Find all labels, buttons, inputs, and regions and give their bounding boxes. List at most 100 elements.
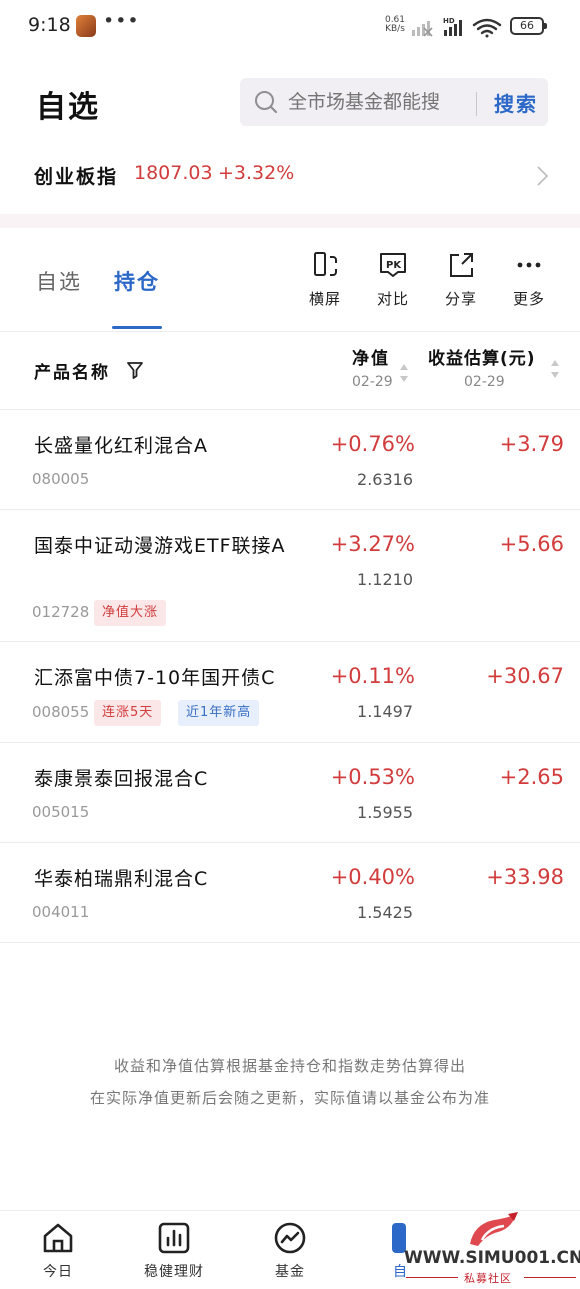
more-button[interactable]: 更多: [499, 250, 559, 309]
landscape-icon: [314, 252, 337, 276]
fund-code: 005015: [32, 803, 90, 821]
column-product-name: 产品名称: [34, 363, 110, 383]
app-notification-icon: [76, 15, 96, 37]
fund-row[interactable]: 国泰中证动漫游戏ETF联接A 012728 净值大涨 +3.27% 1.1210…: [0, 510, 580, 642]
nav-wealth-label: 稳健理财: [144, 1264, 204, 1280]
landscape-label: 横屏: [308, 290, 341, 308]
fund-nav-change: +0.76%: [330, 432, 415, 456]
fund-nav-change: +0.11%: [330, 664, 415, 688]
search-divider: [476, 92, 477, 116]
fund-name: 华泰柏瑞鼎利混合C: [34, 868, 209, 890]
fund-nav: 1.1497: [357, 702, 413, 721]
search-icon: [255, 91, 278, 114]
tab-bar: 自选 持仓 横屏 PK 对比 分享 更多: [0, 228, 580, 332]
landscape-button[interactable]: 横屏: [295, 250, 355, 309]
battery-icon: 66: [510, 17, 547, 35]
header: 自选 搜索: [0, 70, 580, 140]
section-divider: [0, 214, 580, 228]
watermark: WWW.SIMU001.CN 私募社区: [404, 1208, 580, 1289]
filter-icon[interactable]: [126, 360, 144, 380]
nav-fund-label: 基金: [275, 1264, 305, 1280]
fund-code: 012728: [32, 603, 90, 621]
fund-estimate: +30.67: [486, 664, 564, 688]
disclaimer-line: 收益和净值估算根据基金持仓和指数走势估算得出: [113, 1057, 466, 1075]
chart-bar-icon: [158, 1222, 190, 1254]
fund-code: 080005: [32, 470, 90, 488]
fund-estimate: +5.66: [499, 532, 564, 556]
nav-today-label: 今日: [43, 1264, 73, 1280]
fund-tag: 净值大涨: [94, 600, 167, 626]
column-estimate-date: 02-29: [464, 374, 505, 390]
share-button[interactable]: 分享: [431, 250, 491, 309]
fund-tag: 近1年新高: [178, 700, 260, 726]
index-change: +3.32%: [218, 162, 295, 184]
watermark-rule: [406, 1277, 458, 1278]
fund-nav-change: +0.53%: [330, 765, 415, 789]
disclaimer-line: 在实际净值更新后会随之更新，实际值请以基金公布为准: [89, 1089, 490, 1107]
fund-code: 004011: [32, 903, 90, 921]
tab-favorites[interactable]: 自选: [36, 266, 82, 296]
status-time: 9:18: [28, 14, 71, 36]
tab-active-indicator: [112, 326, 162, 329]
svg-text:HD: HD: [443, 17, 455, 25]
column-estimate[interactable]: 收益估算(元): [428, 344, 536, 369]
fund-row[interactable]: 华泰柏瑞鼎利混合C 004011 +0.40% 1.5425 +33.98: [0, 843, 580, 943]
sort-estimate-icon[interactable]: [550, 358, 560, 380]
fund-nav: 1.5955: [357, 803, 413, 822]
fund-name: 泰康景泰回报混合C: [34, 768, 209, 790]
fund-name: 汇添富中债7-10年国开债C: [34, 667, 276, 689]
fund-nav: 2.6316: [357, 470, 413, 489]
disclaimer: 收益和净值估算根据基金持仓和指数走势估算得出 在实际净值更新后会随之更新，实际值…: [0, 1050, 580, 1114]
index-name: 创业板指: [34, 166, 119, 188]
watermark-rule: [524, 1277, 576, 1278]
share-label: 分享: [444, 290, 477, 308]
search-button[interactable]: 搜索: [494, 88, 538, 117]
trend-icon: [274, 1222, 306, 1254]
tab-holdings[interactable]: 持仓: [114, 266, 160, 296]
more-notifications-icon: •••: [103, 10, 140, 32]
compare-label: 对比: [376, 290, 409, 308]
fund-name: 国泰中证动漫游戏ETF联接A: [34, 535, 286, 557]
signal-hd-icon: HD: [443, 17, 462, 36]
signal-wifi-icons: HD: [412, 17, 502, 38]
fund-nav-change: +3.27%: [330, 532, 415, 556]
index-ticker[interactable]: 创业板指 1807.03 +3.32%: [0, 152, 580, 198]
network-speed-unit: KB/s: [385, 24, 405, 34]
nav-fund[interactable]: 基金: [240, 1221, 340, 1281]
fund-estimate: +33.98: [486, 865, 564, 889]
fund-row[interactable]: 长盛量化红利混合A 080005 +0.76% 2.6316 +3.79: [0, 410, 580, 510]
fund-nav: 1.1210: [357, 570, 413, 589]
fund-row[interactable]: 泰康景泰回报混合C 005015 +0.53% 1.5955 +2.65: [0, 743, 580, 843]
status-bar: 9:18 ••• 0.61 KB/s HD 66: [0, 0, 580, 52]
search-box[interactable]: 搜索: [240, 78, 548, 126]
table-header: 产品名称 净值 02-29 收益估算(元) 02-29: [0, 332, 580, 410]
network-speed: 0.61 KB/s: [384, 16, 406, 34]
column-nav[interactable]: 净值: [352, 344, 390, 369]
more-icon: [517, 262, 541, 268]
svg-text:PK: PK: [386, 260, 402, 271]
watermark-url: WWW.SIMU001.CN: [404, 1248, 580, 1268]
home-icon: [43, 1223, 73, 1253]
page-title: 自选: [36, 90, 100, 125]
more-label: 更多: [512, 290, 545, 308]
search-input[interactable]: [288, 84, 468, 120]
pk-icon: PK: [380, 253, 406, 277]
fund-tag: 连涨5天: [94, 700, 162, 726]
signal-off-icon: [412, 21, 433, 37]
fund-row[interactable]: 汇添富中债7-10年国开债C 008055 连涨5天 近1年新高 +0.11% …: [0, 642, 580, 743]
nav-today[interactable]: 今日: [8, 1221, 108, 1281]
fund-nav: 1.5425: [357, 903, 413, 922]
simu-logo: [470, 1212, 518, 1246]
nav-wealth[interactable]: 稳健理财: [124, 1221, 224, 1281]
compare-button[interactable]: PK 对比: [363, 250, 423, 309]
fund-estimate: +3.79: [499, 432, 564, 456]
watermark-sub: 私募社区: [464, 1272, 512, 1285]
fund-estimate: +2.65: [499, 765, 564, 789]
index-value: 1807.03: [134, 162, 213, 184]
fund-nav-change: +0.40%: [330, 865, 415, 889]
chevron-right-icon: [537, 166, 549, 186]
column-nav-date: 02-29: [352, 374, 393, 390]
fund-code: 008055: [32, 703, 90, 721]
wifi-icon: [472, 18, 502, 38]
sort-nav-icon[interactable]: [399, 362, 409, 384]
